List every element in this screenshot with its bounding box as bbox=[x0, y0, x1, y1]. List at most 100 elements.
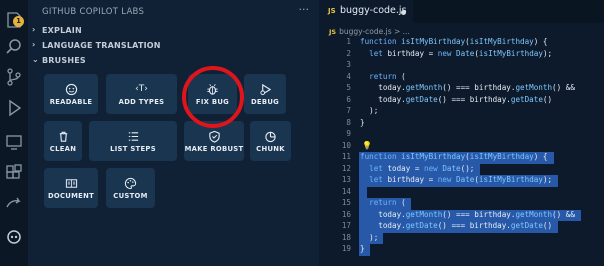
brush-list-steps-button[interactable]: LIST STEPS bbox=[89, 121, 177, 161]
brush-debug-button[interactable]: DEBUG bbox=[244, 74, 286, 114]
brush-clean-label: CLEAN bbox=[49, 145, 77, 153]
brush-readable-label: READABLE bbox=[49, 98, 93, 106]
breadcrumb[interactable]: JS buggy-code.js > ... bbox=[329, 27, 410, 36]
line-number: 12 bbox=[341, 163, 351, 173]
breadcrumb-path: buggy-code.js > ... bbox=[339, 27, 410, 36]
line-number: 4 bbox=[346, 71, 351, 81]
document-icon bbox=[44, 177, 98, 192]
line-number: 5 bbox=[346, 83, 351, 92]
code-text: today.getMonth() === birthday.getMonth()… bbox=[360, 83, 575, 92]
line-number: 3 bbox=[346, 60, 351, 69]
code-line[interactable]: 15 return ( bbox=[319, 198, 604, 210]
code-line[interactable]: 13 let birthday = new Date(isItMyBirthda… bbox=[319, 175, 604, 187]
smiley-icon bbox=[44, 83, 98, 98]
code-line[interactable]: 5 today.getMonth() === birthday.getMonth… bbox=[319, 83, 604, 95]
code-line[interactable]: 7 ); bbox=[319, 106, 604, 118]
code-text: return ( bbox=[369, 71, 406, 81]
code-line[interactable]: 19} bbox=[319, 244, 604, 256]
live-share-icon[interactable] bbox=[4, 194, 24, 214]
code-line[interactable]: 14 bbox=[319, 186, 604, 198]
code-line[interactable]: 11 function isItMyBirthday(isItMyBirthday… bbox=[319, 152, 604, 164]
code-text: } bbox=[360, 117, 365, 127]
line-number: 16 bbox=[341, 209, 351, 219]
chevron-down-icon: ⌄ bbox=[32, 55, 39, 64]
code-text: ); bbox=[360, 232, 379, 242]
sidebar-title: GITHUB COPILOT LABS bbox=[42, 7, 145, 17]
section-brushes-label: BRUSHES bbox=[42, 56, 86, 65]
line-number: 15 bbox=[341, 198, 351, 207]
brush-list-steps-label: LIST STEPS bbox=[110, 145, 156, 153]
selection-highlight bbox=[359, 186, 367, 198]
chevron-right-icon: › bbox=[32, 40, 36, 49]
line-number: 17 bbox=[341, 221, 351, 230]
code-text: today.getDate() === birthday.getDate() bbox=[360, 221, 553, 230]
run-debug-icon[interactable] bbox=[4, 98, 24, 118]
activity-bar: 1 bbox=[0, 0, 28, 266]
remote-explorer-icon[interactable] bbox=[4, 132, 24, 152]
line-number: 8 bbox=[346, 117, 351, 127]
shield-icon bbox=[184, 130, 244, 145]
code-text: ); bbox=[360, 106, 379, 115]
code-line[interactable]: 17 today.getDate() === birthday.getDate(… bbox=[319, 221, 604, 233]
debug-icon bbox=[244, 83, 286, 98]
code-line[interactable]: 4 return ( bbox=[319, 72, 604, 84]
js-file-icon: JS bbox=[328, 7, 336, 15]
code-text: today.getDate() === birthday.getDate() bbox=[360, 94, 553, 104]
code-text: let today = new Date(); bbox=[369, 163, 475, 173]
line-number: 18 bbox=[341, 232, 351, 242]
tab-label: buggy-code.js bbox=[340, 5, 407, 16]
pie-icon bbox=[250, 130, 291, 145]
section-language-translation[interactable]: › LANGUAGE TRANSLATION bbox=[28, 39, 319, 53]
lightbulb-icon[interactable]: 💡 bbox=[362, 141, 372, 150]
trash-icon bbox=[44, 130, 82, 145]
brush-make-robust-label: MAKE ROBUST bbox=[184, 145, 244, 153]
brush-document-button[interactable]: DOCUMENT bbox=[44, 168, 98, 208]
brush-chunk-label: CHUNK bbox=[256, 145, 285, 153]
code-text: function isItMyBirthday(isItMyBirthday) … bbox=[360, 37, 548, 46]
tab-buggy-code[interactable]: JS buggy-code.js bbox=[319, 0, 413, 23]
more-actions-icon[interactable]: ··· bbox=[299, 3, 310, 16]
code-line[interactable]: 9 bbox=[319, 129, 604, 141]
section-language-translation-label: LANGUAGE TRANSLATION bbox=[42, 41, 161, 50]
section-explain[interactable]: › EXPLAIN bbox=[28, 24, 319, 38]
chevron-right-icon: › bbox=[32, 25, 36, 34]
github-copilot-icon[interactable] bbox=[4, 226, 24, 246]
line-number: 10 bbox=[341, 140, 351, 150]
code-text: let birthday = new Date(isItMyBirthday); bbox=[369, 48, 553, 58]
brush-chunk-button[interactable]: CHUNK bbox=[250, 121, 291, 161]
line-number: 11 bbox=[341, 152, 351, 161]
code-line[interactable]: 3 bbox=[319, 60, 604, 72]
line-number: 13 bbox=[341, 175, 351, 184]
code-line[interactable]: 18 ); bbox=[319, 232, 604, 244]
extensions-icon[interactable] bbox=[4, 163, 24, 183]
line-number: 6 bbox=[346, 94, 351, 104]
code-line[interactable]: 6 today.getDate() === birthday.getDate() bbox=[319, 95, 604, 107]
annotation-circle bbox=[182, 66, 244, 128]
code-text: function isItMyBirthday(isItMyBirthday) … bbox=[360, 152, 548, 161]
list-icon bbox=[89, 130, 177, 145]
line-number: 2 bbox=[346, 48, 351, 58]
brush-custom-label: CUSTOM bbox=[113, 192, 148, 200]
brush-readable-button[interactable]: READABLE bbox=[44, 74, 98, 114]
code-line[interactable]: 1 function isItMyBirthday(isItMyBirthday)… bbox=[319, 37, 604, 49]
line-number: 1 bbox=[346, 37, 351, 46]
code-line[interactable]: 16 today.getMonth() === birthday.getMont… bbox=[319, 209, 604, 221]
search-icon[interactable] bbox=[4, 37, 24, 57]
notification-badge: 1 bbox=[13, 16, 24, 27]
unsaved-dot-icon[interactable] bbox=[401, 10, 406, 15]
line-number: 19 bbox=[341, 244, 351, 253]
section-brushes[interactable]: ⌄ BRUSHES bbox=[28, 54, 319, 68]
code-line[interactable]: 12 let today = new Date(); bbox=[319, 163, 604, 175]
code-text: today.getMonth() === birthday.getMonth()… bbox=[360, 209, 575, 219]
type-icon: ‹T› bbox=[135, 84, 148, 94]
code-line[interactable]: 8} bbox=[319, 118, 604, 130]
line-number: 7 bbox=[346, 106, 351, 115]
code-text: return ( bbox=[369, 198, 406, 207]
brush-clean-button[interactable]: CLEAN bbox=[44, 121, 82, 161]
code-line[interactable]: 2 let birthday = new Date(isItMyBirthday… bbox=[319, 49, 604, 61]
brush-custom-button[interactable]: CUSTOM bbox=[106, 168, 155, 208]
source-control-icon[interactable] bbox=[4, 67, 24, 87]
line-number: 14 bbox=[341, 186, 351, 196]
brush-add-types-button[interactable]: ‹T› ADD TYPES bbox=[106, 74, 177, 114]
code-line[interactable]: 10 💡 bbox=[319, 141, 604, 153]
